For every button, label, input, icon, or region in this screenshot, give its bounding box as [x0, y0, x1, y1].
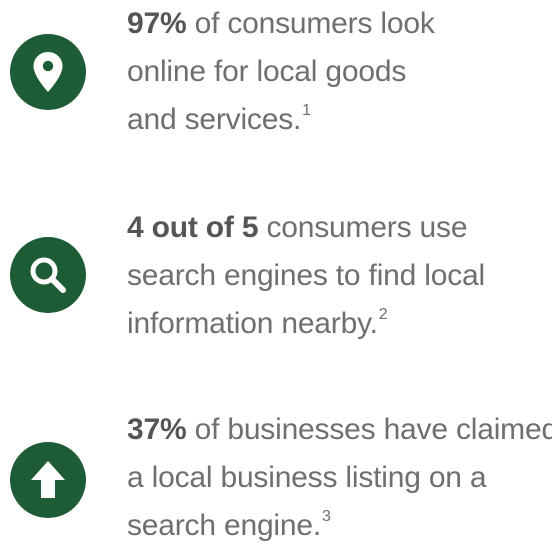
stat-highlight: 37%	[127, 413, 187, 446]
stat-text: 97% of consumers look online for local g…	[127, 0, 552, 144]
stat-text: 37% of businesses have claimed a local b…	[127, 406, 552, 550]
stat-item-search-engines: 4 out of 5 consumers use search engines …	[0, 204, 552, 354]
stat-line-1: 37% of businesses have claimed	[127, 406, 552, 454]
stat-line-2: a local business listing on a	[127, 461, 487, 494]
stat-line-1: 97% of consumers look	[127, 0, 552, 48]
stat-line-3-text: search engine.	[127, 509, 322, 542]
stat-highlight: 4 out of 5	[127, 211, 259, 244]
stat-highlight: 97%	[127, 7, 187, 40]
stat-line-3-text: and services.	[127, 103, 302, 136]
stat-line-2: search engines to find local	[127, 259, 485, 292]
footnote-marker: 1	[302, 102, 311, 119]
stat-item-business-listings: 37% of businesses have claimed a local b…	[0, 406, 552, 556]
arrow-up-icon	[10, 442, 86, 518]
stat-text: 4 out of 5 consumers use search engines …	[127, 204, 552, 348]
stat-line-1-rest: consumers use	[258, 211, 468, 244]
footnote-marker: 2	[378, 306, 388, 323]
search-icon	[10, 237, 86, 313]
stat-line-1: 4 out of 5 consumers use	[127, 204, 552, 252]
stat-line-3: search engine.3	[127, 502, 552, 550]
map-pin-icon	[10, 34, 86, 110]
stat-line-1-rest: of consumers look	[186, 7, 435, 40]
stat-line-1-rest: of businesses have claimed	[186, 413, 552, 446]
stat-line-3-text: information nearby.	[127, 307, 378, 340]
stat-line-2: online for local goods	[127, 55, 407, 88]
stat-item-consumers-online: 97% of consumers look online for local g…	[0, 0, 552, 150]
stat-line-3: information nearby.2	[127, 300, 552, 348]
stat-line-3: and services.1	[127, 96, 552, 144]
footnote-marker: 3	[322, 508, 331, 525]
